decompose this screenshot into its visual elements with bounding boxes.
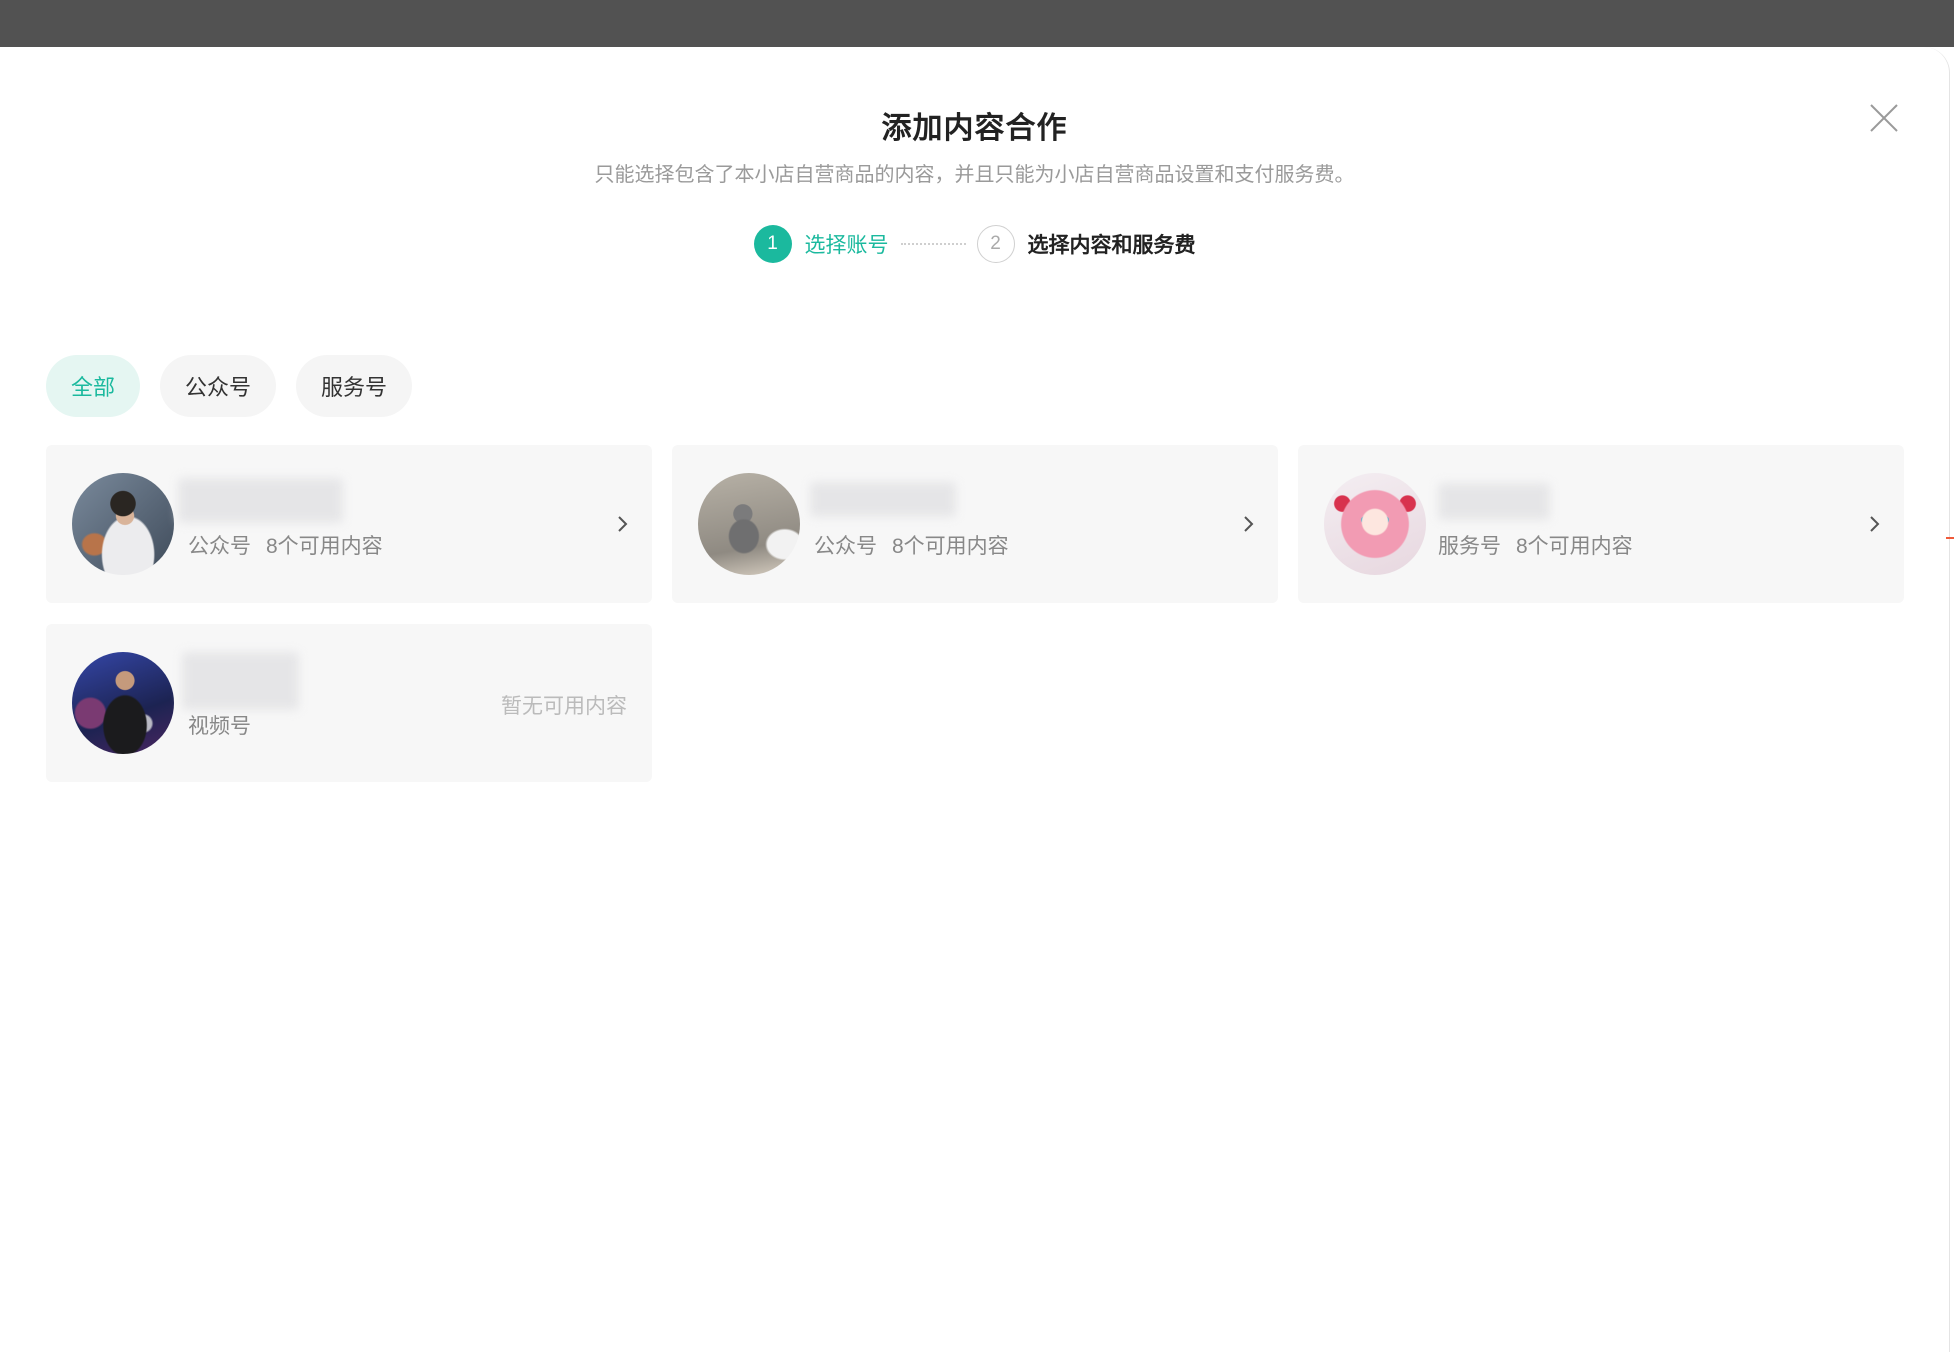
step-1-label: 选择账号 — [804, 234, 889, 257]
step-connector — [900, 243, 966, 245]
avatar — [72, 473, 174, 575]
account-type: 公众号 — [814, 535, 877, 558]
account-type: 视频号 — [188, 715, 251, 738]
filter-all[interactable]: 全部 — [46, 355, 141, 417]
account-name-redacted — [178, 478, 343, 523]
dialog-title: 添加内容合作 — [881, 112, 1068, 145]
available-content-count: 8个可用内容 — [892, 535, 1009, 558]
filter-official-account[interactable]: 公众号 — [160, 355, 277, 417]
account-card[interactable]: 视频号 暂无可用内容 — [46, 624, 652, 782]
no-content-status: 暂无可用内容 — [501, 695, 627, 718]
account-meta: 公众号 8个可用内容 — [814, 530, 1009, 560]
step-2-number: 2 — [976, 225, 1015, 263]
step-2-label: 选择内容和服务费 — [1027, 234, 1196, 257]
avatar — [698, 473, 800, 575]
account-meta: 公众号 8个可用内容 — [188, 530, 383, 560]
avatar — [1324, 473, 1426, 575]
available-content-count: 8个可用内容 — [1516, 535, 1633, 558]
account-card[interactable]: 公众号 8个可用内容 — [46, 445, 652, 603]
step-indicator: 1 选择账号 2 选择内容和服务费 — [0, 225, 1949, 263]
available-content-count: 8个可用内容 — [266, 535, 383, 558]
chevron-right-icon — [1244, 516, 1254, 532]
account-type: 服务号 — [1438, 535, 1501, 558]
account-meta: 视频号 — [188, 710, 251, 740]
account-name-redacted — [810, 482, 956, 517]
dialog-subtitle: 只能选择包含了本小店自营商品的内容，并且只能为小店自营商品设置和支付服务费。 — [594, 164, 1355, 186]
account-name-redacted — [1438, 483, 1550, 520]
account-type-filters: 全部 公众号 服务号 — [46, 355, 413, 417]
account-name-redacted — [182, 652, 299, 710]
account-type: 公众号 — [188, 535, 251, 558]
filter-service-account[interactable]: 服务号 — [296, 355, 413, 417]
close-icon[interactable] — [1868, 102, 1900, 134]
add-content-cooperation-dialog: 添加内容合作 只能选择包含了本小店自营商品的内容，并且只能为小店自营商品设置和支… — [0, 47, 1950, 1352]
chevron-right-icon — [1870, 516, 1880, 532]
chevron-right-icon — [618, 516, 628, 532]
account-list: 公众号 8个可用内容 公众号 8个可用内容 服务号 8个可用内容 视频号 暂无可… — [46, 445, 1904, 782]
edge-marker — [1946, 537, 1954, 539]
account-card[interactable]: 服务号 8个可用内容 — [1298, 445, 1904, 603]
account-card[interactable]: 公众号 8个可用内容 — [672, 445, 1278, 603]
avatar — [72, 652, 174, 754]
account-meta: 服务号 8个可用内容 — [1438, 530, 1633, 560]
step-1-number: 1 — [753, 225, 792, 263]
